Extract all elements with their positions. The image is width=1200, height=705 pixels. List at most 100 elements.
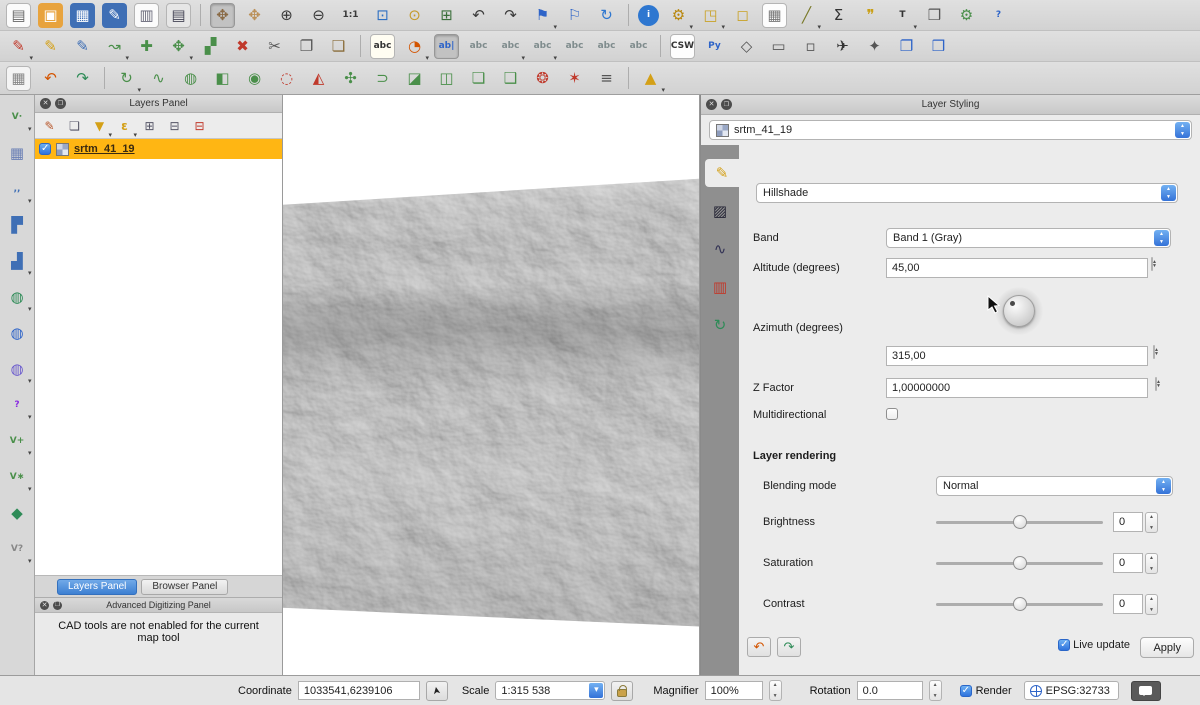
layer-labeling-icon[interactable]: abc xyxy=(370,34,395,59)
save-project-icon[interactable]: ▦ xyxy=(70,3,95,28)
layer-tree-item[interactable]: srtm_41_19 xyxy=(35,139,282,159)
add-spatialite-layer-icon[interactable]: ▟ xyxy=(5,249,30,274)
value-slider[interactable] xyxy=(936,555,1103,571)
close-icon[interactable] xyxy=(40,601,49,610)
fill-ring-icon[interactable]: ◉ xyxy=(242,66,267,91)
labeling-active-icon[interactable]: ab| xyxy=(434,34,459,59)
zoom-to-selection-icon[interactable]: ⊙ xyxy=(402,3,427,28)
snapping-grid-icon[interactable]: ▦ xyxy=(6,66,31,91)
save-project-as-icon[interactable]: ✎ xyxy=(102,3,127,28)
rotate-feature-icon[interactable]: ↻ xyxy=(114,66,139,91)
band-combo[interactable]: Band 1 (Gray) xyxy=(886,228,1171,248)
scale-combo[interactable]: 1:315 538 xyxy=(495,681,605,700)
cut-features-icon[interactable]: ✂ xyxy=(262,34,287,59)
zoom-in-icon[interactable]: ⊕ xyxy=(274,3,299,28)
slider-value-stepper[interactable] xyxy=(1145,512,1158,533)
slider-knob[interactable] xyxy=(1013,597,1027,611)
undo-style-button[interactable]: ↶ xyxy=(747,637,771,657)
add-wms-layer-icon[interactable]: ◍ xyxy=(5,285,30,310)
layout-manager-icon[interactable]: ▤ xyxy=(166,3,191,28)
live-update-checkbox[interactable] xyxy=(1058,639,1070,651)
identify-features-icon[interactable]: i xyxy=(638,5,659,26)
rotate-point-symbols-icon[interactable]: ❂ xyxy=(530,66,555,91)
pin-labels-icon[interactable]: abc xyxy=(498,34,523,59)
new-shapefile-layer-icon[interactable]: V+ xyxy=(5,429,30,454)
combo-spinner-icon[interactable] xyxy=(1154,230,1169,246)
dropdown-arrow-icon[interactable] xyxy=(589,683,603,698)
copy-map-icon[interactable]: ❐ xyxy=(894,34,919,59)
slider-value-input[interactable]: 0 xyxy=(1113,512,1143,532)
blending-mode-combo[interactable]: Normal xyxy=(936,476,1173,496)
simplify-feature-icon[interactable]: ∿ xyxy=(146,66,171,91)
georeferencer-icon[interactable]: ✈ xyxy=(830,34,855,59)
add-wcs-layer-icon[interactable]: ◍ xyxy=(5,321,30,346)
node-tool-icon[interactable]: ▞ xyxy=(198,34,223,59)
extent-rect-icon[interactable]: ▭ xyxy=(766,34,791,59)
move-label-icon[interactable]: abc xyxy=(562,34,587,59)
paste-features-icon[interactable]: ❏ xyxy=(326,34,351,59)
combo-spinner-icon[interactable] xyxy=(1156,478,1171,494)
copy-features-icon[interactable]: ❐ xyxy=(294,34,319,59)
add-raster-layer-icon[interactable]: ▦ xyxy=(5,141,30,166)
redo-style-button[interactable]: ↷ xyxy=(777,637,801,657)
transparency-tab-icon[interactable]: ▨ xyxy=(705,197,735,225)
new-spatialite-layer-icon[interactable]: V∗ xyxy=(5,465,30,490)
filter-expression-icon[interactable]: ε xyxy=(114,115,135,136)
merge-features-icon[interactable]: ❏ xyxy=(466,66,491,91)
csw-search-icon[interactable]: CSW xyxy=(670,34,695,59)
collapse-all-icon[interactable]: ⊟ xyxy=(164,115,185,136)
add-wfs-layer-icon[interactable]: ◍ xyxy=(5,357,30,382)
remove-layer-icon[interactable]: ⊟ xyxy=(189,115,210,136)
processing-toolbox-icon[interactable]: ⚙ xyxy=(954,3,979,28)
combo-spinner-icon[interactable] xyxy=(1161,185,1176,201)
zoom-next-icon[interactable]: ↷ xyxy=(498,3,523,28)
zoom-last-icon[interactable]: ↶ xyxy=(466,3,491,28)
rotate-label-icon[interactable]: abc xyxy=(594,34,619,59)
value-slider[interactable] xyxy=(936,514,1103,530)
python-console-icon[interactable]: Py xyxy=(702,34,727,59)
log-messages-button[interactable] xyxy=(1131,681,1161,701)
expand-all-icon[interactable]: ⊞ xyxy=(139,115,160,136)
raster-rendering-tab-icon[interactable]: ▥ xyxy=(705,273,735,301)
dock-tab[interactable]: Browser Panel xyxy=(141,579,228,595)
zoom-native-icon[interactable]: 1:1 xyxy=(338,3,363,28)
zfactor-stepper[interactable] xyxy=(1155,377,1157,391)
dashed-extent-icon[interactable]: ▫ xyxy=(798,34,823,59)
layer-visibility-checkbox[interactable] xyxy=(39,143,51,155)
show-bookmarks-icon[interactable]: ⚐ xyxy=(562,3,587,28)
magnifier-input[interactable]: 100% xyxy=(705,681,763,700)
slider-value-stepper[interactable] xyxy=(1145,553,1158,574)
add-postgis-layer-icon[interactable]: ▛ xyxy=(5,213,30,238)
measure-line-icon[interactable]: ╱ xyxy=(794,3,819,28)
copy-layer-icon[interactable]: ❒ xyxy=(926,34,951,59)
combo-spinner-icon[interactable] xyxy=(1175,122,1190,138)
renderer-combo[interactable]: Hillshade xyxy=(756,183,1178,203)
symbology-tab-icon[interactable]: ✎ xyxy=(705,159,739,187)
map-canvas[interactable] xyxy=(283,95,700,675)
change-label-icon[interactable]: abc xyxy=(626,34,651,59)
new-map-view-icon[interactable]: ❒ xyxy=(922,3,947,28)
delete-selected-icon[interactable]: ✖ xyxy=(230,34,255,59)
move-feature-icon[interactable]: ✥ xyxy=(166,34,191,59)
float-panel-icon[interactable] xyxy=(53,601,62,610)
azimuth-dial[interactable] xyxy=(1003,295,1035,327)
save-layer-edits-icon[interactable]: ✎ xyxy=(70,34,95,59)
deselect-features-icon[interactable]: ◻ xyxy=(730,3,755,28)
altitude-input[interactable]: 45,00 xyxy=(886,258,1148,278)
undo-icon[interactable]: ↶ xyxy=(38,66,63,91)
azimuth-input[interactable]: 315,00 xyxy=(886,346,1148,366)
add-part-icon[interactable]: ◧ xyxy=(210,66,235,91)
zfactor-input[interactable]: 1,00000000 xyxy=(886,378,1148,398)
layer-tree[interactable]: srtm_41_19 xyxy=(35,139,282,575)
add-group-icon[interactable]: ❏ xyxy=(64,115,85,136)
histogram-tab-icon[interactable]: ∿ xyxy=(705,235,735,263)
delete-ring-icon[interactable]: ◌ xyxy=(274,66,299,91)
add-virtual-layer-icon[interactable]: ? xyxy=(5,393,30,418)
add-ring-icon[interactable]: ◍ xyxy=(178,66,203,91)
dock-tab[interactable]: Layers Panel xyxy=(57,579,137,595)
new-project-icon[interactable]: ▤ xyxy=(6,3,31,28)
run-feature-action-icon[interactable]: ⚙ xyxy=(666,3,691,28)
float-panel-icon[interactable] xyxy=(721,99,732,110)
open-attribute-table-icon[interactable]: ▦ xyxy=(762,3,787,28)
new-geopackage-layer-icon[interactable]: ◆ xyxy=(5,501,30,526)
